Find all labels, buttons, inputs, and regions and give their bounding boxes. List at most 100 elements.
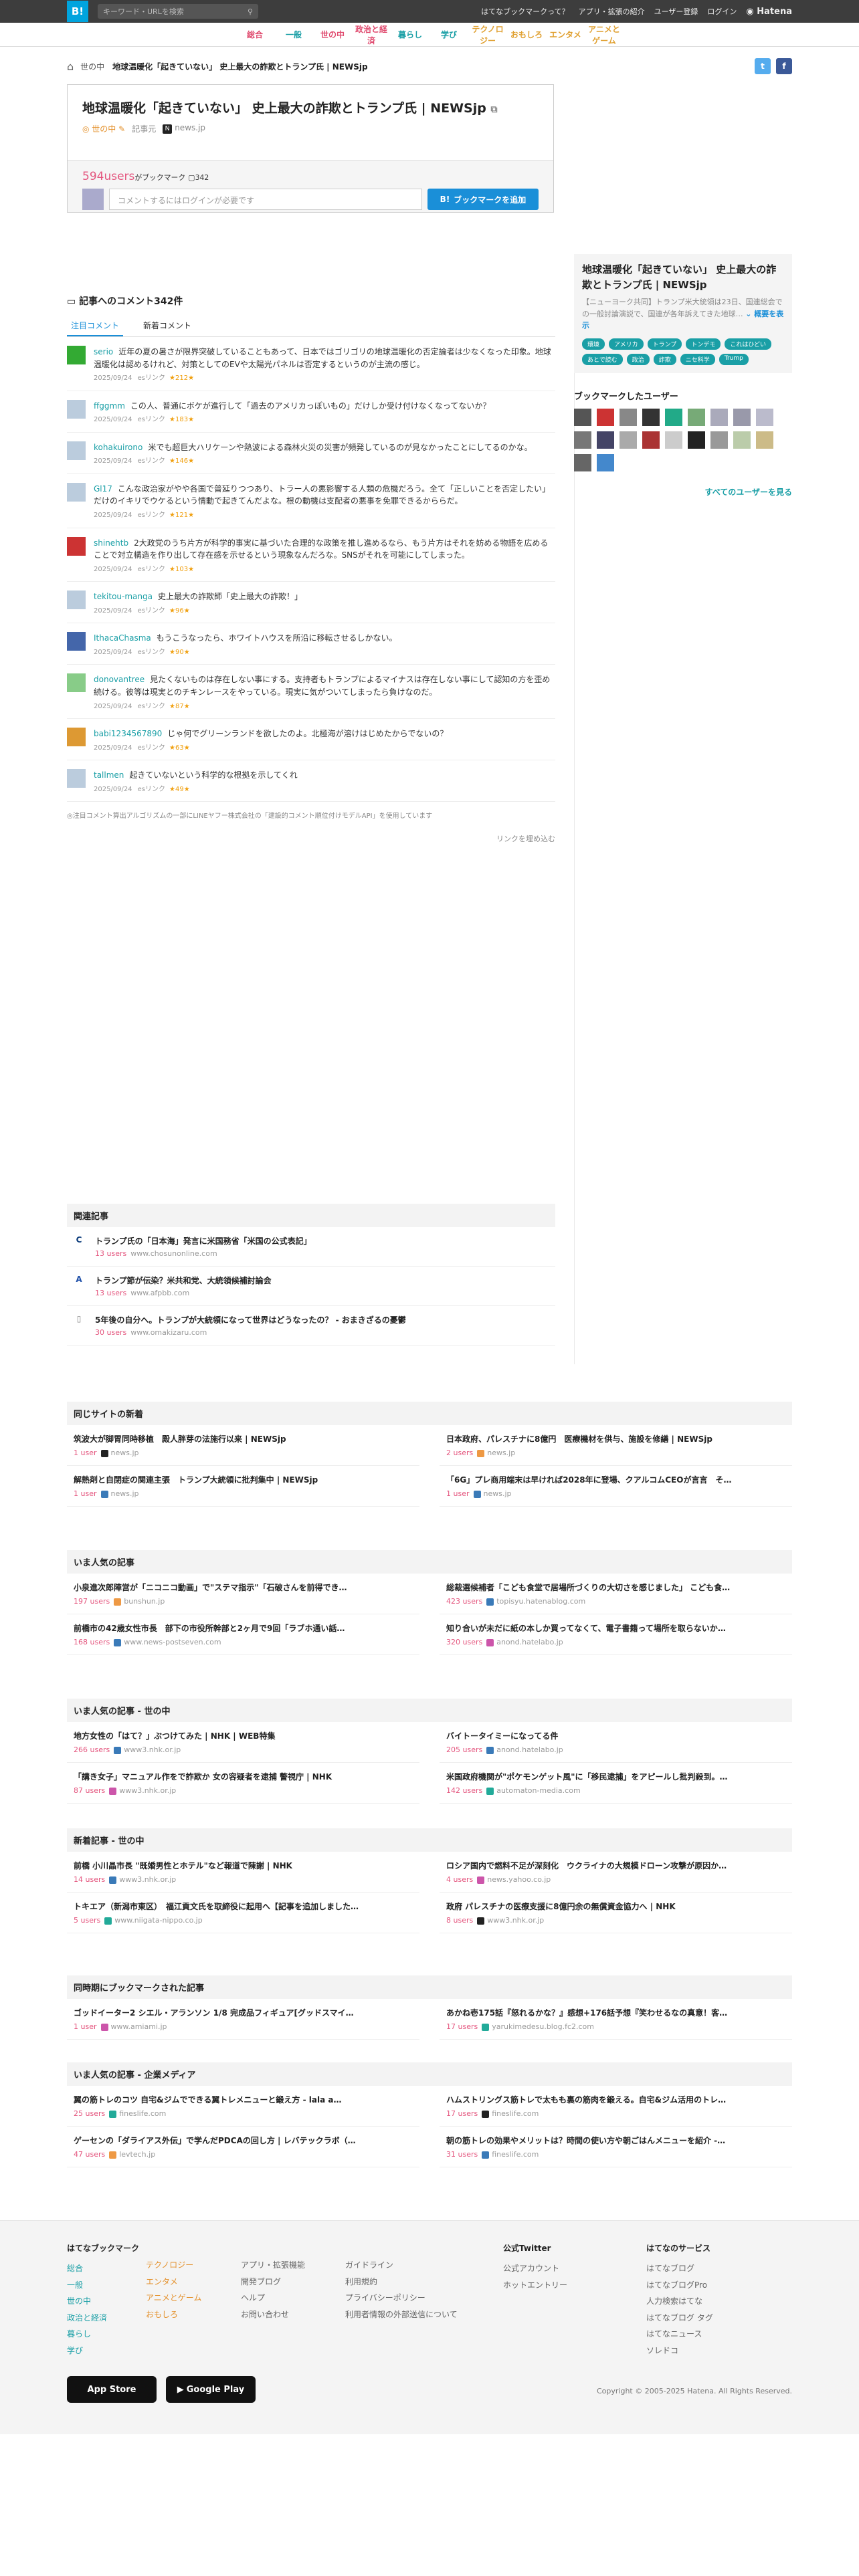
bookmark-users-count[interactable]: 594users (82, 170, 134, 183)
home-icon[interactable]: ⌂ (67, 60, 74, 73)
tag-link[interactable]: Trump (719, 353, 749, 365)
hatena-bookmark-logo[interactable]: B! (67, 1, 88, 22)
article-item[interactable]: 総裁選候補者「こども食堂で居場所づくりの大切さを感じました」 こども食… 423 … (440, 1574, 792, 1614)
article-site[interactable]: www3.nhk.or.jp (119, 1875, 176, 1884)
article-item[interactable]: 「6G」プレ商用端末は早ければ2028年に登場、クアルコムCEOが言言 そ… 1 … (440, 1466, 792, 1507)
article-users[interactable]: 1 user (446, 1489, 470, 1498)
article-title[interactable]: ハムストリングス筋トレで太もも裏の筋肉を鍛える。自宅&ジム活用のトレ… (446, 2094, 785, 2105)
avatar[interactable] (67, 673, 86, 693)
avatar[interactable] (67, 441, 86, 460)
user-avatar[interactable] (642, 431, 660, 449)
related-site[interactable]: www.omakizaru.com (130, 1328, 207, 1337)
source-site[interactable]: Nnews.jp (163, 123, 205, 134)
article-title[interactable]: 日本政府、パレスチナに8億円 医療機材を供与、施設を修繕 | NEWSjp (446, 1433, 785, 1444)
article-users[interactable]: 47 users (74, 2150, 105, 2159)
user-avatar[interactable] (597, 408, 614, 426)
article-title[interactable]: ロシア国内で燃料不足が深刻化 ウクライナの大規模ドローン攻撃が原因か… (446, 1860, 785, 1871)
article-title[interactable]: 朝の筋トレの効果やメリットは？時間の使い方や朝ごはんメニューを紹介 -… (446, 2135, 785, 2146)
star-count[interactable]: ★90★ (169, 649, 190, 656)
footer-link[interactable]: ガイドライン (345, 2257, 503, 2274)
footer-link[interactable]: テクノロジー (146, 2257, 241, 2274)
article-title[interactable]: 「講き女子」マニュアル作をで詐欺か 女の容疑者を逮捕 警視庁 | NHK (74, 1771, 413, 1782)
comment-input[interactable]: コメントするにはログインが必要です (109, 189, 422, 210)
article-users[interactable]: 1 user (74, 1489, 97, 1498)
article-site[interactable]: news.yahoo.co.jp (487, 1875, 551, 1884)
comment-link[interactable]: esリンク (138, 607, 165, 615)
comment-date[interactable]: 2025/09/24 (94, 512, 132, 519)
category-tab[interactable]: 暮らし (391, 29, 430, 40)
article-users[interactable]: 266 users (74, 1745, 110, 1754)
user-avatar[interactable] (688, 431, 705, 449)
footer-link[interactable]: 暮らし (67, 2326, 146, 2343)
about-link[interactable]: はてなブックマークって？ (481, 6, 569, 17)
article-item[interactable]: あかね壱175話『怒れるかな？』感想+176話予想『笑わせるなの真意！客… 17 … (440, 1999, 792, 2040)
article-users[interactable]: 4 users (446, 1875, 473, 1884)
article-site[interactable]: fineslife.com (492, 2150, 539, 2159)
comment-date[interactable]: 2025/09/24 (94, 566, 132, 573)
comment-username[interactable]: tekitou-manga (94, 592, 153, 601)
related-item[interactable]: C トランプ氏の「日本海」発言に米国務省「米国の公式表記」 13 users www.… (67, 1227, 555, 1267)
article-item[interactable]: ゴッドイーター2 シエル・アランソン 1/8 完成品フィギュア[グッドスマイ… 1… (67, 1999, 419, 2040)
article-title[interactable]: 「6G」プレ商用端末は早ければ2028年に登場、クアルコムCEOが言言 そ… (446, 1474, 785, 1485)
comment-username[interactable]: kohakuirono (94, 443, 142, 452)
related-title[interactable]: トランプ節が伝染？米共和党、大統領候補討論会 (95, 1275, 272, 1286)
article-item[interactable]: 翼の筋トレのコツ 自宅&ジムでできる翼トレメニューと鍛え方 - lala a… 2… (67, 2086, 419, 2127)
footer-link[interactable]: 総合 (67, 2260, 146, 2277)
avatar[interactable] (67, 536, 86, 556)
article-title[interactable]: 小泉進次郎陣営が「ニコニコ動画」で"ステマ指示"「石破さんを前得でき… (74, 1582, 413, 1593)
article-site[interactable]: topisyu.hatenablog.com (496, 1597, 585, 1606)
related-users[interactable]: 30 users (95, 1328, 126, 1337)
footer-link[interactable]: 利用者情報の外部送信について (345, 2306, 503, 2323)
comment-username[interactable]: Gl17 (94, 484, 112, 494)
tab-new-comments[interactable]: 新着コメント (139, 316, 195, 336)
article-item[interactable]: 政府 パレスチナの医療支援に8億円余の無償資金協力へ | NHK 8 users w… (440, 1893, 792, 1933)
tag-link[interactable]: トンデモ (686, 338, 721, 350)
category-tab[interactable]: アニメとゲーム (585, 23, 624, 46)
article-item[interactable]: トキエア（新潟市東区） 福江貢文氏を取締役に起用へ【記事を追加しました… 5 us… (67, 1893, 419, 1933)
article-users[interactable]: 5 users (74, 1916, 100, 1925)
article-users[interactable]: 87 users (74, 1786, 105, 1795)
star-count[interactable]: ★146★ (169, 457, 194, 465)
star-count[interactable]: ★212★ (169, 374, 194, 382)
footer-link[interactable]: 政治と経済 (67, 2310, 146, 2327)
article-site[interactable]: news.jp (111, 1489, 139, 1498)
comment-username[interactable]: ffggmm (94, 401, 125, 411)
article-site[interactable]: levtech.jp (119, 2150, 155, 2159)
star-count[interactable]: ★96★ (169, 607, 190, 615)
tag-link[interactable]: 詐欺 (653, 353, 676, 365)
comment-date[interactable]: 2025/09/24 (94, 607, 132, 615)
twitter-share-icon[interactable]: t (755, 58, 771, 74)
footer-link[interactable]: はてなブログ タグ (646, 2310, 713, 2327)
tab-popular-comments[interactable]: 注目コメント (67, 316, 124, 336)
star-count[interactable]: ★103★ (169, 566, 194, 573)
facebook-share-icon[interactable]: f (776, 58, 792, 74)
article-site[interactable]: anond.hatelabo.jp (496, 1638, 563, 1646)
comment-date[interactable]: 2025/09/24 (94, 457, 132, 465)
related-site[interactable]: www.afpbb.com (130, 1289, 189, 1297)
related-users[interactable]: 13 users (95, 1289, 126, 1297)
comment-date[interactable]: 2025/09/24 (94, 649, 132, 656)
footer-link[interactable]: はてなブログPro (646, 2277, 713, 2294)
footer-link[interactable]: ホットエントリー (503, 2277, 646, 2294)
avatar[interactable] (67, 591, 86, 610)
article-site[interactable]: fineslife.com (119, 2109, 166, 2118)
footer-link[interactable]: おもしろ (146, 2306, 241, 2323)
embed-link[interactable]: リンクを埋め込む (67, 833, 555, 844)
star-count[interactable]: ★87★ (169, 703, 190, 710)
footer-link[interactable]: 世の中 (67, 2293, 146, 2310)
category-tab[interactable]: おもしろ (507, 29, 546, 40)
article-users[interactable]: 2 users (446, 1448, 473, 1457)
comment-link[interactable]: esリンク (138, 512, 165, 519)
hatena-logo[interactable]: ◉ Hatena (746, 7, 792, 17)
category-tab[interactable]: エンタメ (546, 29, 585, 40)
article-users[interactable]: 205 users (446, 1745, 482, 1754)
related-title[interactable]: 5年後の自分へ。トランプが大統領になって世界はどうなったの？ - おまきざるの憂… (95, 1314, 406, 1325)
footer-link[interactable]: アニメとゲーム (146, 2290, 241, 2306)
external-link-icon[interactable]: ⧉ (490, 104, 497, 115)
user-avatar[interactable] (597, 453, 614, 471)
register-link[interactable]: ユーザー登録 (654, 6, 698, 17)
article-users[interactable]: 320 users (446, 1638, 482, 1646)
footer-link[interactable]: ソレドコ (646, 2343, 713, 2359)
article-users[interactable]: 17 users (446, 2109, 478, 2118)
user-avatar[interactable] (597, 431, 614, 449)
